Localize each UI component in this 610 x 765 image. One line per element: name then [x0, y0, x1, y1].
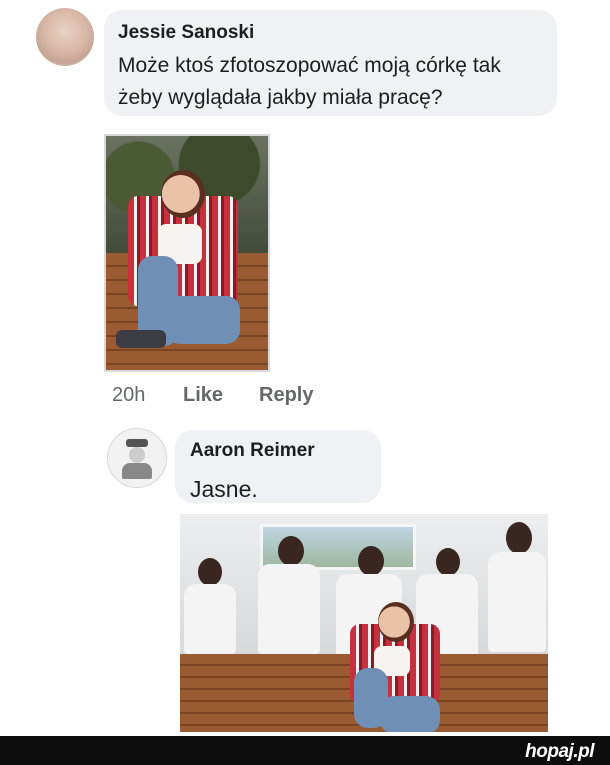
site-brand-logo[interactable]: hopaj.pl	[525, 741, 594, 763]
woman-figure	[340, 588, 460, 732]
aaron-avatar-figure	[120, 439, 154, 479]
man-figure	[254, 532, 324, 662]
watermark-bar: hopaj.pl	[0, 736, 610, 765]
aaron-comment-text: Jasne.	[190, 476, 258, 502]
man-figure	[180, 554, 240, 664]
jessie-attached-photo[interactable]	[104, 134, 270, 372]
woman-figure	[106, 136, 268, 370]
jessie-comment-line-1: Może ktoś zfotoszopować moją córkę tak	[118, 54, 501, 77]
man-figure	[484, 518, 548, 658]
like-button[interactable]: Like	[183, 384, 223, 407]
aaron-author-name[interactable]: Aaron Reimer	[190, 440, 315, 462]
jessie-comment-line-2: żeby wyglądała jakby miała pracę?	[118, 86, 443, 109]
aaron-attached-photo[interactable]	[180, 514, 548, 732]
jessie-avatar[interactable]	[36, 8, 94, 66]
reply-button[interactable]: Reply	[259, 384, 313, 407]
comment-timestamp: 20h	[112, 384, 146, 406]
screenshot: Jessie Sanoski Może ktoś zfotoszopować m…	[0, 0, 610, 765]
aaron-avatar[interactable]	[107, 428, 167, 488]
jessie-author-name[interactable]: Jessie Sanoski	[118, 22, 254, 44]
